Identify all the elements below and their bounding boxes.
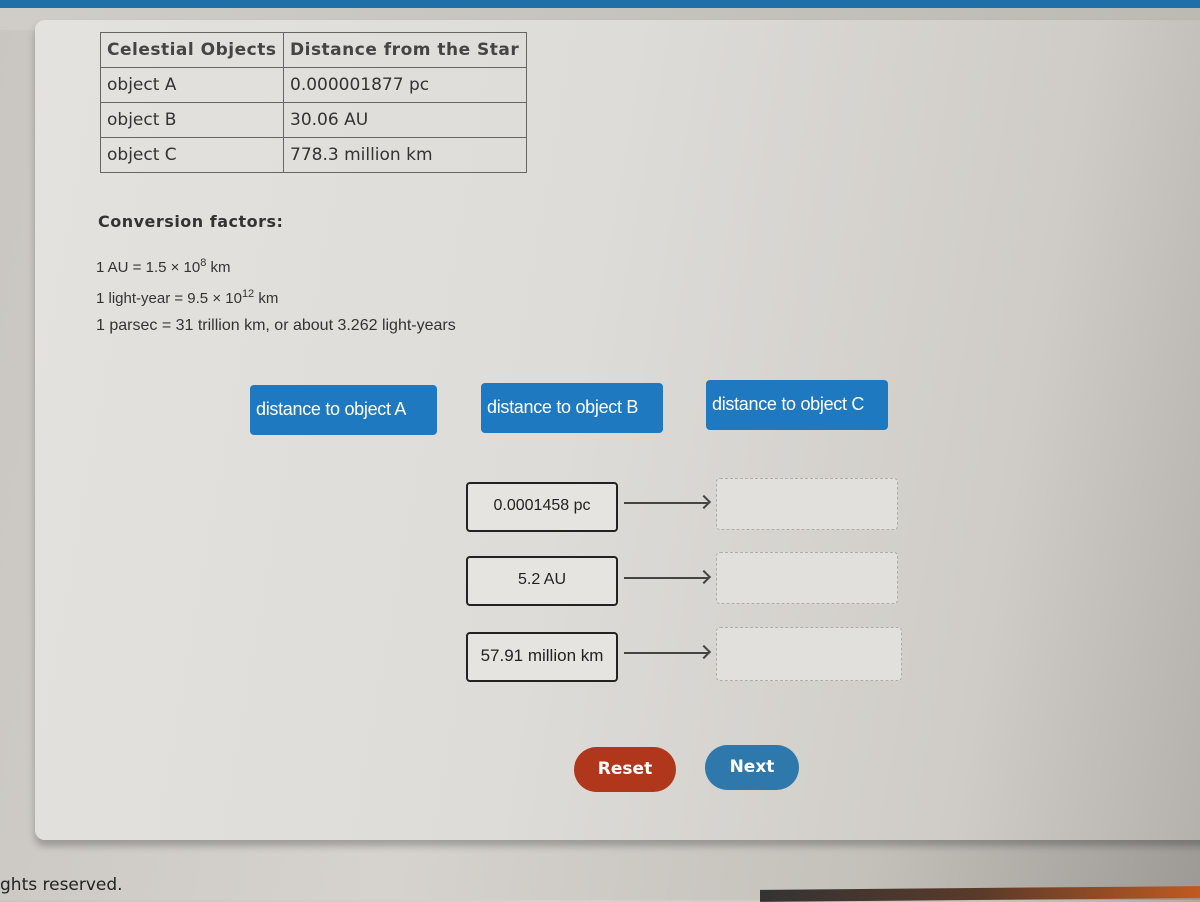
conversion-ly-exponent: 12 <box>241 288 255 300</box>
object-distance: 30.06 AU <box>283 102 527 138</box>
object-name: object B <box>100 102 284 138</box>
answer-card[interactable]: 5.2 AU <box>466 556 618 606</box>
distance-table: Celestial Objects Distance from the Star… <box>100 32 527 173</box>
top-bar <box>0 0 1200 8</box>
arrow-right-icon <box>624 577 709 579</box>
conversion-light-year: 1 light-year = 9.5 × 1012 km <box>96 288 278 307</box>
target-object-c[interactable]: distance to object C <box>706 380 888 430</box>
object-name: object A <box>100 67 284 103</box>
table-row: object B 30.06 AU <box>100 102 527 138</box>
conversion-au-unit: km <box>206 259 231 276</box>
conversion-ly-base: 1 light-year = 9.5 × 10 <box>96 290 242 307</box>
conversion-au-base: 1 AU = 1.5 × 10 <box>96 259 201 276</box>
answer-card[interactable]: 57.91 million km <box>466 632 618 682</box>
object-distance: 0.000001877 pc <box>283 67 527 103</box>
next-button[interactable]: Next <box>705 745 799 790</box>
arrow-right-icon <box>624 652 709 654</box>
header-distance: Distance from the Star <box>283 32 527 68</box>
arrow-right-icon <box>624 502 709 504</box>
reset-button[interactable]: Reset <box>574 747 676 792</box>
target-object-b[interactable]: distance to object B <box>481 383 663 433</box>
drop-slot[interactable] <box>716 552 898 604</box>
drop-slot[interactable] <box>716 627 902 681</box>
target-object-a[interactable]: distance to object A <box>250 385 437 435</box>
conversion-ly-unit: km <box>254 290 279 307</box>
header-celestial-objects: Celestial Objects <box>100 32 284 68</box>
drop-slot[interactable] <box>716 478 898 530</box>
object-distance: 778.3 million km <box>283 137 527 173</box>
table-row: object C 778.3 million km <box>100 137 527 173</box>
table-row: object A 0.000001877 pc <box>100 67 527 103</box>
answer-card[interactable]: 0.0001458 pc <box>466 482 618 532</box>
footer-copyright: ghts reserved. <box>0 875 123 895</box>
object-name: object C <box>100 137 284 173</box>
conversion-parsec: 1 parsec = 31 trillion km, or about 3.26… <box>96 317 456 334</box>
table-header-row: Celestial Objects Distance from the Star <box>100 32 527 68</box>
conversion-title: Conversion factors: <box>98 212 284 231</box>
conversion-au: 1 AU = 1.5 × 108 km <box>96 257 231 276</box>
